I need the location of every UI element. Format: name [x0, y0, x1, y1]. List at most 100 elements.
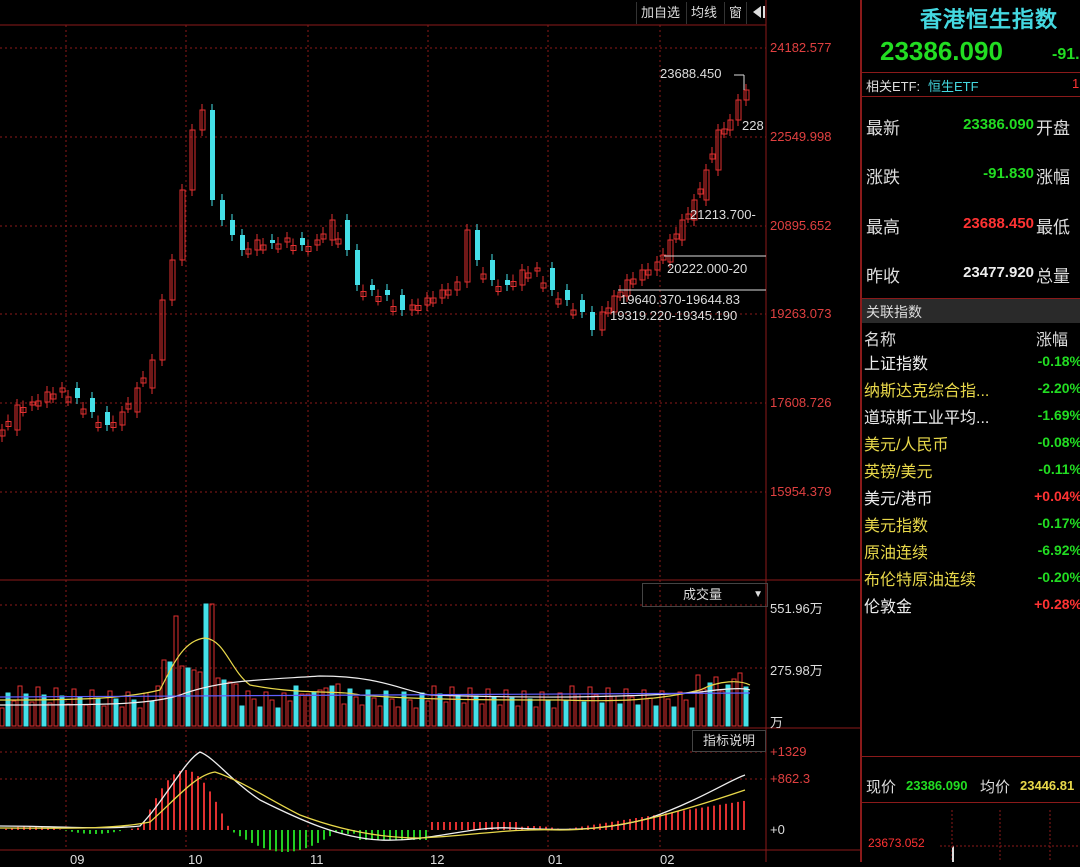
volume-bar: [209, 603, 215, 727]
volume-bar: [59, 695, 65, 727]
related-item-change: -0.17%: [1037, 515, 1080, 531]
last-price: 23386.090: [880, 36, 1003, 66]
volume-indicator-label: 成交量: [683, 587, 723, 602]
volume-bar: [269, 699, 275, 727]
candle: [400, 295, 405, 310]
candle: [590, 312, 595, 330]
price-annotation: 19640.370-19644.83: [620, 292, 741, 307]
add-watchlist-button[interactable]: 加自选: [636, 2, 684, 24]
volume-bar: [647, 697, 653, 727]
volume-bar: [449, 686, 455, 727]
chart-area[interactable]: 加自选 均线 窗 24182.577 22549.998 20895.652 1…: [0, 0, 860, 867]
related-item[interactable]: 美元指数 -0.17%: [862, 512, 1080, 538]
related-item-change: -6.92%: [1037, 542, 1080, 558]
x-axis-label: 01: [548, 852, 563, 867]
candle: [550, 268, 555, 290]
related-header: 关联指数: [862, 298, 1080, 323]
quote-row: 最新 23386.090 开盘: [862, 114, 1080, 138]
volume-bar: [395, 706, 401, 727]
volume-bar: [707, 682, 713, 727]
related-item-name: 美元/港币: [864, 491, 933, 508]
volume-bar: [551, 707, 557, 727]
window-button[interactable]: 窗: [724, 2, 746, 24]
quote-key: 涨幅: [1036, 168, 1070, 187]
volume-bar: [77, 696, 83, 727]
candle: [505, 280, 510, 285]
volume-bar: [371, 697, 377, 727]
price-annotation: 20222.000-20: [667, 261, 748, 276]
volume-bar: [149, 700, 155, 727]
volume-axis-label: 551.96万: [770, 601, 823, 616]
intraday-now-value: 23386.090: [906, 778, 968, 793]
quote-row: 昨收 23477.920 总量: [862, 262, 1080, 286]
related-item[interactable]: 纳斯达克综合指... -2.20%: [862, 377, 1080, 403]
volume-bar: [95, 697, 101, 727]
candle: [90, 398, 95, 412]
related-item-change: -2.20%: [1037, 380, 1080, 396]
indicator-axis-label: +1329: [770, 744, 807, 759]
price-change: -91.: [1052, 46, 1080, 63]
volume-bar: [575, 693, 581, 727]
volume-bar: [101, 705, 107, 727]
volume-bar: [443, 701, 449, 727]
volume-bar: [629, 696, 635, 727]
quote-row: 涨跌 -91.830 涨幅: [862, 163, 1080, 187]
x-axis-label: 12: [430, 852, 445, 867]
volume-bar: [119, 706, 125, 727]
volume-bar: [413, 707, 419, 727]
volume-bar: [407, 699, 413, 727]
price-annotation: 228: [742, 118, 764, 133]
volume-bar: [527, 698, 533, 727]
volume-bar: [587, 686, 593, 727]
volume-bar: [335, 683, 341, 727]
price-annotation: 21213.700-: [690, 207, 756, 222]
related-item-name: 上证指数: [864, 356, 929, 373]
related-item-name: 布伦特原油连续: [864, 572, 977, 589]
etf-link[interactable]: 恒生ETF: [928, 76, 979, 95]
related-item-name: 伦敦金: [864, 599, 913, 616]
quote-key: 最新: [866, 119, 900, 138]
volume-bar: [323, 687, 329, 727]
x-axis-label: 09: [70, 852, 85, 867]
related-item[interactable]: 美元/人民币 -0.08%: [862, 431, 1080, 457]
volume-bar: [695, 674, 701, 727]
volume-bar: [299, 693, 305, 727]
related-item[interactable]: 道琼斯工业平均... -1.69%: [862, 404, 1080, 430]
volume-bar: [341, 703, 347, 727]
volume-bar: [197, 671, 203, 727]
quote-key: 开盘: [1036, 119, 1070, 138]
volume-bar: [275, 707, 281, 727]
index-title: 香港恒生指数: [920, 7, 1059, 32]
arrow-right-bar-icon[interactable]: [746, 2, 771, 24]
related-item-change: +0.28%: [1034, 596, 1080, 612]
candle: [210, 110, 215, 200]
indicator-help-button[interactable]: 指标说明: [692, 730, 766, 752]
chevron-down-icon: ▼: [753, 589, 763, 600]
volume-bar: [473, 695, 479, 727]
related-item[interactable]: 英镑/美元 -0.11%: [862, 458, 1080, 484]
related-item[interactable]: 美元/港币 +0.04%: [862, 485, 1080, 511]
volume-bar: [239, 705, 245, 727]
quote-value: 23477.920: [963, 264, 1034, 281]
quote-key: 昨收: [866, 267, 900, 286]
high-annotation: 23688.450: [660, 66, 722, 81]
related-item[interactable]: 布伦特原油连续 -0.20%: [862, 566, 1080, 592]
volume-bar: [143, 692, 149, 727]
related-item[interactable]: 上证指数 -0.18%: [862, 350, 1080, 376]
volume-axis-label: 275.98万: [770, 663, 823, 678]
volume-bar: [257, 706, 263, 727]
related-item[interactable]: 原油连续 -6.92%: [862, 539, 1080, 565]
volume-bar: [203, 603, 209, 727]
volume-bar: [29, 701, 35, 727]
volume-indicator-select[interactable]: 成交量 ▼: [642, 583, 768, 607]
related-item[interactable]: 伦敦金 +0.28%: [862, 593, 1080, 619]
related-col-name: 名称: [864, 332, 897, 349]
volume-bar: [17, 685, 23, 727]
volume-bar: [227, 681, 233, 727]
quote-key: 涨跌: [866, 168, 900, 187]
intraday-now-label: 现价: [866, 779, 897, 796]
intraday-avg-label: 均价: [980, 779, 1011, 796]
ma-lines-button[interactable]: 均线: [686, 2, 721, 24]
related-item-name: 美元指数: [864, 518, 929, 535]
quote-value: -91.830: [983, 165, 1034, 182]
